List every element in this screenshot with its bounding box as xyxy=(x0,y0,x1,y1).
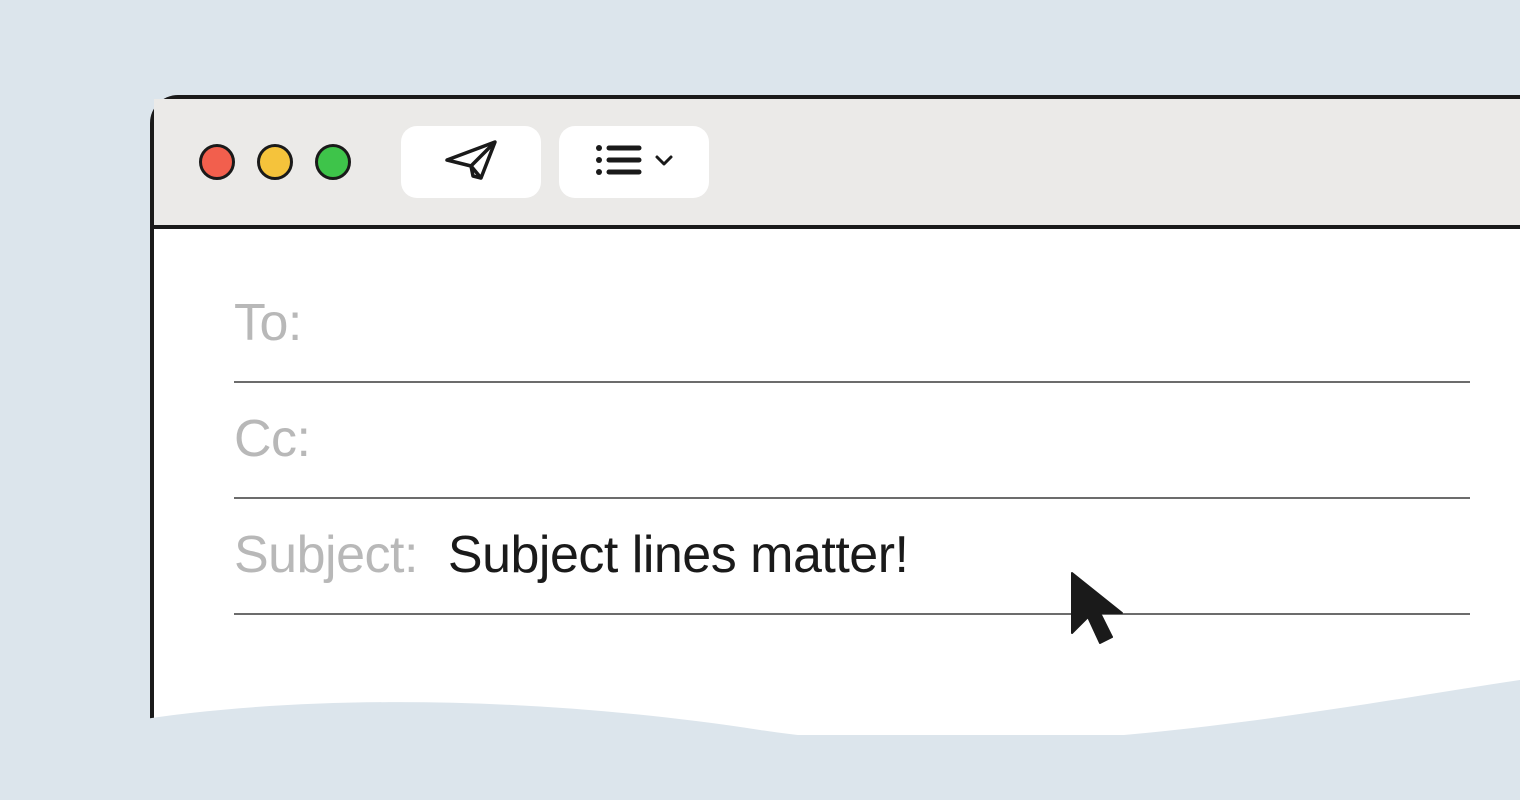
list-dropdown-button[interactable] xyxy=(559,126,709,198)
subject-label: Subject: xyxy=(234,525,418,585)
paper-airplane-icon xyxy=(441,130,501,195)
compose-window: To: Cc: Subject: Subject lines matter! xyxy=(150,95,1520,735)
send-button[interactable] xyxy=(401,126,541,198)
list-icon xyxy=(593,140,643,185)
to-label: To: xyxy=(234,293,302,353)
cc-label: Cc: xyxy=(234,409,311,469)
close-button[interactable] xyxy=(199,144,235,180)
to-field-row[interactable]: To: xyxy=(234,267,1470,383)
compose-body: To: Cc: Subject: Subject lines matter! xyxy=(154,229,1520,735)
zoom-button[interactable] xyxy=(315,144,351,180)
subject-value[interactable]: Subject lines matter! xyxy=(448,525,1470,585)
minimize-button[interactable] xyxy=(257,144,293,180)
chevron-down-icon xyxy=(653,149,675,176)
cc-field-row[interactable]: Cc: xyxy=(234,383,1470,499)
subject-field-row[interactable]: Subject: Subject lines matter! xyxy=(234,499,1470,615)
titlebar xyxy=(154,99,1520,229)
traffic-lights xyxy=(199,144,351,180)
